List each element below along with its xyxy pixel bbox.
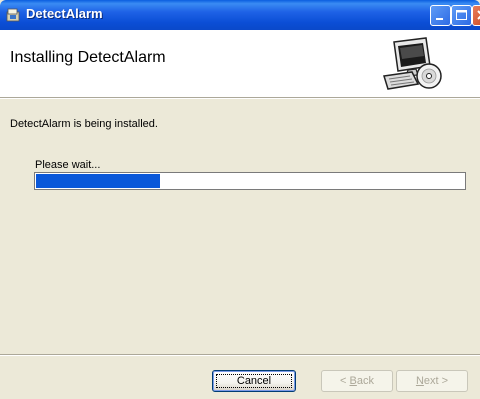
next-button-rest: ext > (423, 375, 449, 387)
button-area-divider-highlight (0, 355, 480, 356)
back-button-rest: ack (356, 375, 374, 387)
minimize-button[interactable] (430, 5, 451, 26)
please-wait-label: Please wait... (35, 159, 101, 171)
installer-package-icon (6, 8, 20, 22)
back-button-prefix: < (340, 375, 350, 387)
maximize-button[interactable] (451, 5, 472, 26)
close-icon (477, 10, 480, 20)
focus-rectangle (216, 374, 292, 388)
maximize-icon (456, 10, 467, 20)
computer-with-cd-icon (383, 37, 442, 90)
title-bar[interactable]: DetectAlarm (0, 0, 480, 30)
progress-bar-fill (36, 174, 160, 188)
next-button[interactable]: Next > (396, 370, 468, 392)
minimize-icon (436, 18, 443, 20)
install-status-text: DetectAlarm is being installed. (10, 118, 158, 130)
close-button[interactable] (472, 5, 480, 26)
installer-window: DetectAlarm Installing DetectAlarm Detec… (0, 0, 480, 399)
back-button[interactable]: < Back (321, 370, 393, 392)
back-button-mnemonic: B (349, 375, 357, 387)
install-progress-bar (34, 172, 466, 190)
window-title: DetectAlarm (26, 6, 103, 21)
header-banner: Installing DetectAlarm (0, 30, 480, 98)
cancel-button[interactable]: Cancel (212, 370, 296, 392)
header-divider (0, 98, 480, 99)
next-button-mnemonic: N (415, 375, 424, 387)
page-title: Installing DetectAlarm (10, 49, 166, 66)
